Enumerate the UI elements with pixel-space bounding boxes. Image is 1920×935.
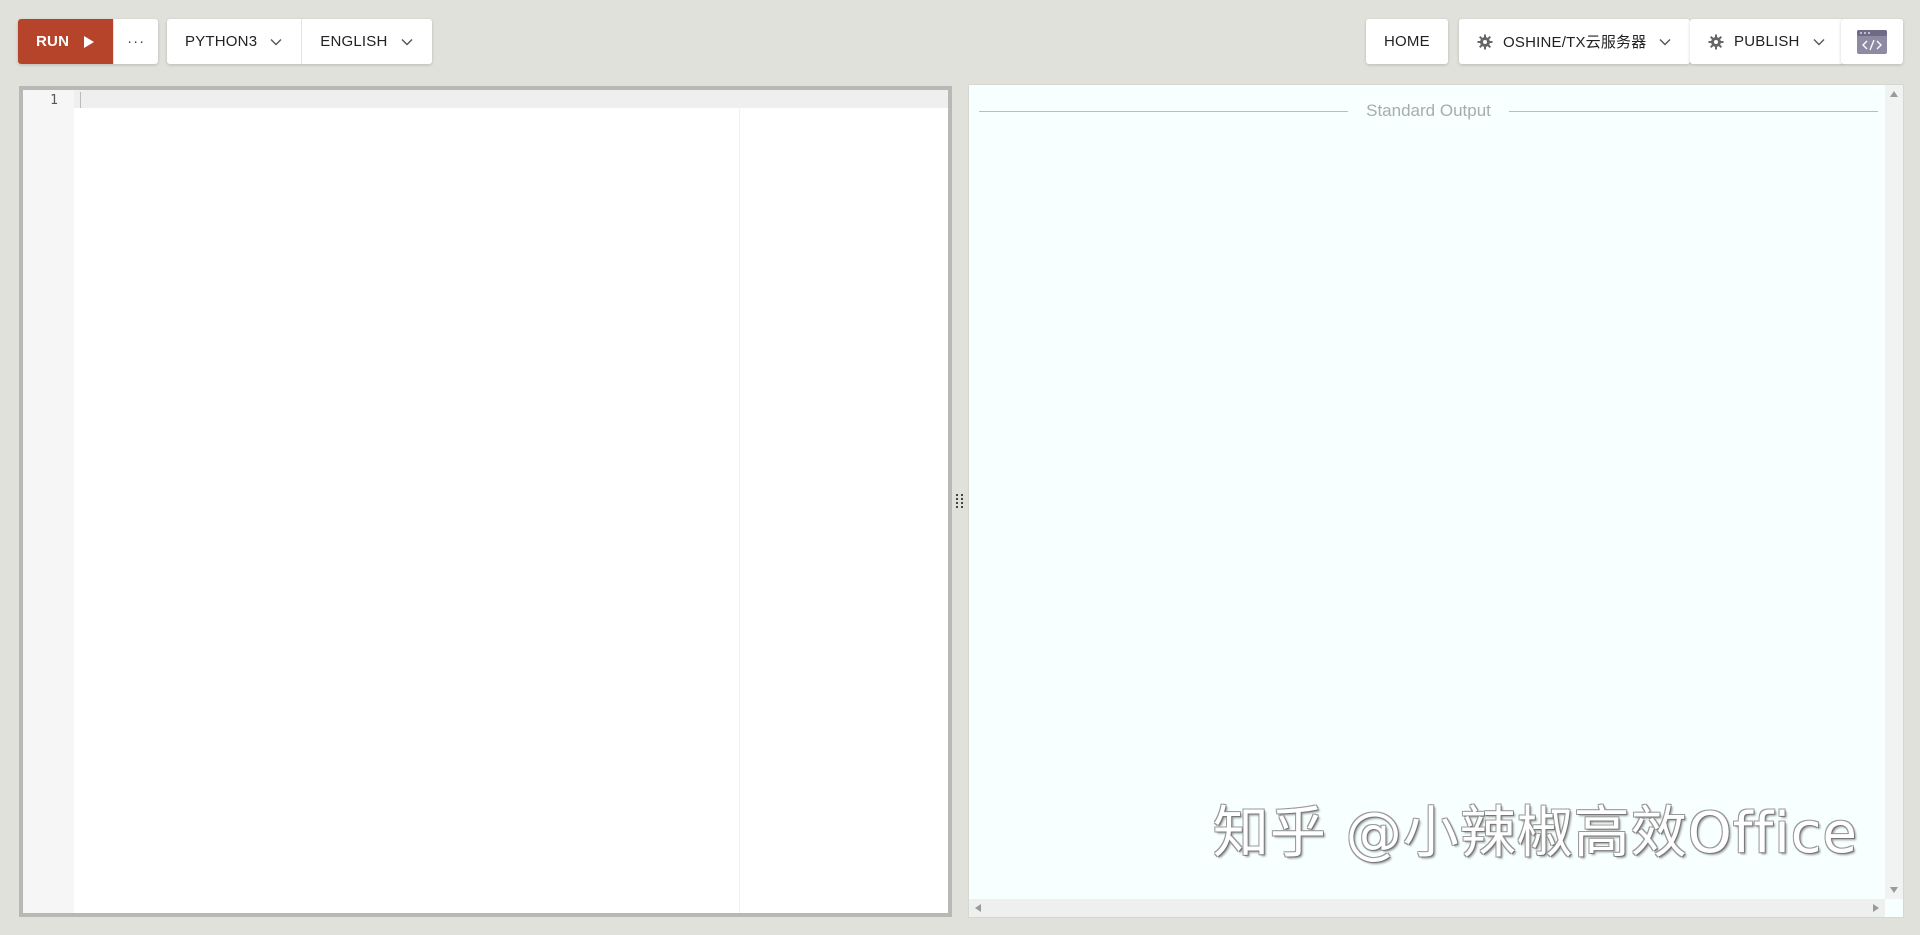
locale-dropdown[interactable]: ENGLISH [301, 19, 431, 64]
chevron-down-icon [1813, 38, 1825, 45]
chevron-down-icon [1659, 38, 1671, 45]
publish-dropdown[interactable]: PUBLISH [1690, 19, 1844, 64]
divider [1508, 110, 1879, 112]
locale-label: ENGLISH [320, 33, 388, 50]
more-dots-icon: ··· [127, 33, 146, 50]
embed-button[interactable] [1841, 19, 1903, 64]
gear-icon [1708, 34, 1724, 49]
active-line-highlight [23, 90, 948, 108]
code-editor[interactable]: 1 [19, 86, 952, 917]
publish-group: PUBLISH [1690, 19, 1844, 64]
server-label: OSHINE/TX云服务器 [1503, 34, 1647, 51]
text-cursor [80, 92, 81, 108]
home-group: HOME [1366, 19, 1448, 64]
horizontal-scrollbar[interactable] [969, 899, 1885, 917]
chevron-down-icon [401, 38, 413, 45]
play-icon [84, 35, 95, 48]
run-button[interactable]: RUN [18, 19, 114, 64]
scroll-right-icon[interactable] [1873, 904, 1879, 912]
run-label: RUN [36, 33, 70, 50]
scroll-down-icon[interactable] [1890, 887, 1898, 893]
pane-splitter[interactable] [952, 86, 968, 917]
scroll-up-icon[interactable] [1890, 91, 1898, 97]
print-margin [739, 90, 740, 913]
home-label: HOME [1384, 33, 1430, 50]
server-dropdown[interactable]: OSHINE/TX云服务器 [1459, 19, 1690, 64]
home-button[interactable]: HOME [1366, 19, 1448, 64]
code-embed-icon [1857, 29, 1887, 54]
divider [979, 110, 1349, 112]
output-header: Standard Output [979, 98, 1879, 124]
gear-icon [1477, 34, 1493, 49]
server-group: OSHINE/TX云服务器 [1459, 19, 1691, 64]
chevron-down-icon [270, 38, 282, 45]
run-group: RUN ··· [18, 19, 159, 64]
scroll-left-icon[interactable] [975, 904, 981, 912]
vertical-scrollbar[interactable] [1885, 85, 1903, 899]
more-options-button[interactable]: ··· [113, 19, 158, 64]
output-title: Standard Output [1366, 101, 1491, 120]
line-gutter: 1 [23, 90, 74, 913]
line-number: 1 [50, 93, 58, 108]
language-locale-group: PYTHON3 ENGLISH [167, 19, 432, 64]
grip-icon [956, 493, 963, 508]
publish-label: PUBLISH [1734, 33, 1800, 50]
language-dropdown[interactable]: PYTHON3 [167, 19, 301, 64]
output-pane: Standard Output 知乎 @小辣椒高效Office [968, 84, 1904, 918]
toolbar: RUN ··· PYTHON3 ENGLISH HOME OSHINE/TX云服… [0, 0, 1920, 86]
watermark: 知乎 @小辣椒高效Office [1212, 801, 1858, 866]
language-label: PYTHON3 [185, 33, 258, 50]
